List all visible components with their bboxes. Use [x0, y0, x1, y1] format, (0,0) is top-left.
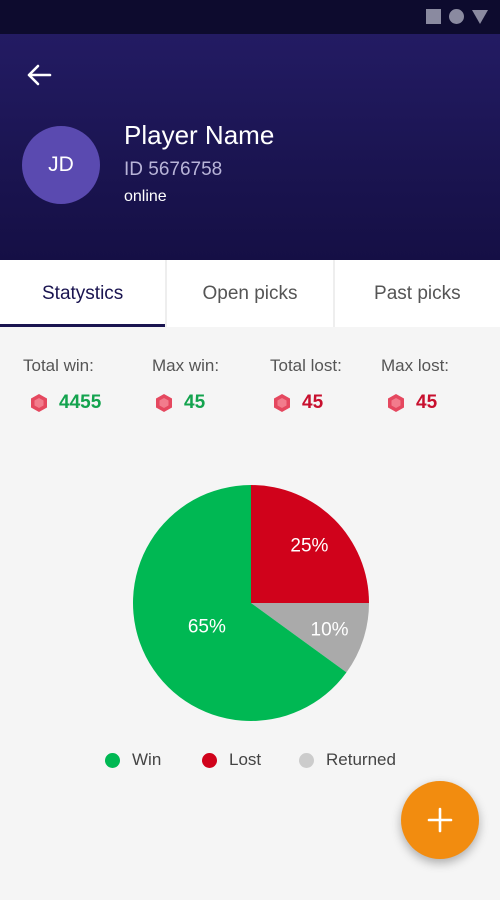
legend-dot-win — [105, 752, 120, 768]
tab-bar: Statystics Open picks Past picks — [0, 260, 500, 327]
status-bar — [0, 0, 500, 34]
pie-chart: 25% 10% 65% — [0, 470, 500, 740]
stat-label: Max win: — [152, 356, 220, 375]
stat-label: Max lost: — [381, 356, 450, 375]
stat-max-win: Max win: 45 — [152, 356, 219, 414]
legend-item-win: Win — [105, 750, 161, 770]
stat-value: 45 — [416, 392, 438, 413]
circle-icon — [449, 9, 464, 24]
pie-label-returned: 10% — [311, 620, 349, 641]
player-name: Player Name — [124, 120, 275, 150]
avatar: JD — [22, 126, 100, 204]
ruby-gem-icon — [274, 394, 290, 412]
stat-total-lost: Total lost: 45 — [270, 356, 342, 414]
stat-value-row: 45 — [386, 392, 449, 414]
ruby-gem-icon — [388, 394, 404, 412]
stats-row: Total win: 4455 Max win: 45 Total lost: … — [0, 356, 500, 426]
ruby-gem-icon — [156, 394, 172, 412]
stat-max-lost: Max lost: 45 — [381, 356, 449, 414]
back-button[interactable] — [20, 56, 58, 94]
add-fab-button[interactable] — [401, 781, 479, 859]
player-id: ID 5676758 — [124, 159, 223, 180]
tab-statystics[interactable]: Statystics — [0, 260, 168, 327]
square-icon — [426, 9, 441, 24]
plus-icon — [427, 807, 453, 833]
pie-chart-svg: 25% 10% 65% — [132, 485, 369, 721]
stat-value: 4455 — [59, 392, 102, 413]
chart-legend: Win Lost Returned — [0, 750, 500, 780]
tab-open-picks[interactable]: Open picks — [167, 260, 335, 327]
legend-item-returned: Returned — [299, 750, 396, 770]
stat-value-row: 45 — [154, 392, 219, 414]
legend-dot-lost — [202, 752, 217, 768]
pie-label-win: 65% — [188, 616, 226, 637]
stat-value-row: 4455 — [29, 392, 101, 414]
legend-item-lost: Lost — [202, 750, 261, 770]
tab-past-picks[interactable]: Past picks — [335, 260, 500, 327]
stat-value-row: 45 — [272, 392, 342, 414]
legend-label: Returned — [326, 750, 396, 769]
pie-label-lost: 25% — [290, 536, 328, 557]
legend-dot-returned — [299, 752, 314, 768]
profile-header: JD Player Name ID 5676758 online — [0, 34, 500, 260]
stat-value: 45 — [302, 392, 324, 413]
stat-total-win: Total win: 4455 — [23, 356, 101, 414]
stat-value: 45 — [184, 392, 206, 413]
legend-label: Win — [132, 750, 162, 769]
player-status: online — [124, 188, 167, 205]
stat-label: Total win: — [23, 356, 94, 375]
stat-label: Total lost: — [270, 356, 342, 375]
status-icons — [426, 9, 488, 24]
legend-label: Lost — [229, 750, 262, 769]
ruby-gem-icon — [31, 394, 47, 412]
triangle-icon — [472, 9, 488, 24]
arrow-left-icon — [27, 64, 52, 86]
